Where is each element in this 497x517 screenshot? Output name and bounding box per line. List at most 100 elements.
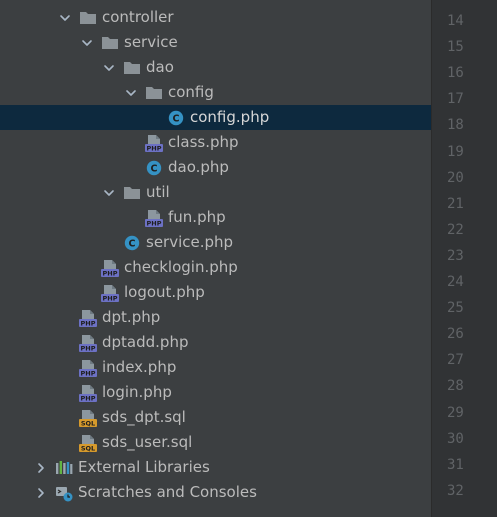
arrow-spacer [101,230,117,255]
line-number: 32 [447,482,464,499]
tree-item-label: controller [102,8,174,26]
tree-item-label: util [146,183,170,201]
tree-item-logout-php[interactable]: PHP logout.php [0,280,431,305]
arrow-spacer [79,255,95,280]
php-file-icon: PHP [79,359,97,377]
tree-item-scratches-and-consoles[interactable]: Scratches and Consoles [0,480,431,505]
chevron-down-icon[interactable] [79,30,95,55]
php-class-icon: C [167,109,185,127]
libraries-icon [55,459,73,477]
arrow-spacer [57,330,73,355]
project-tree[interactable]: controller service dao config Cconfig.php PHP… [0,0,431,517]
line-number: 14 [447,13,464,29]
line-number: 20 [447,169,464,186]
tree-item-util[interactable]: util [0,180,431,205]
tree-item-service[interactable]: service [0,30,431,55]
chevron-right-icon[interactable] [33,480,49,505]
tree-item-config-php[interactable]: Cconfig.php [0,105,431,130]
sql-file-icon: SQL [79,434,97,452]
tree-item-login-php[interactable]: PHP login.php [0,380,431,405]
svg-text:PHP: PHP [81,394,96,401]
tree-item-dao-php[interactable]: Cdao.php [0,155,431,180]
tree-item-label: service.php [146,233,234,251]
svg-text:PHP: PHP [81,369,96,376]
arrow-spacer [123,205,139,230]
php-file-icon: PHP [145,134,163,152]
line-number: 19 [447,143,464,160]
tree-item-controller[interactable]: controller [0,5,431,30]
arrow-spacer [79,280,95,305]
line-number: 16 [447,65,464,82]
arrow-spacer [57,355,73,380]
svg-text:PHP: PHP [81,319,96,326]
line-number: 25 [447,300,464,317]
chevron-down-icon[interactable] [123,80,139,105]
svg-text:PHP: PHP [103,269,118,276]
svg-text:PHP: PHP [147,144,162,151]
tree-item-sds-dpt-sql[interactable]: SQL sds_dpt.sql [0,405,431,430]
folder-icon [123,59,141,77]
tree-item-label: index.php [102,358,177,376]
arrow-spacer [57,430,73,455]
tree-item-sds-user-sql[interactable]: SQL sds_user.sql [0,430,431,455]
chevron-down-icon[interactable] [57,5,73,30]
tree-item-dpt-php[interactable]: PHP dpt.php [0,305,431,330]
scratches-icon [55,484,73,502]
tree-item-label: fun.php [168,208,226,226]
line-number: 29 [447,404,464,421]
tree-item-label: config [168,83,214,101]
arrow-spacer [57,305,73,330]
php-file-icon: PHP [101,259,119,277]
arrow-spacer [123,130,139,155]
tree-item-label: Scratches and Consoles [78,483,257,501]
tree-item-label: dptadd.php [102,333,189,351]
chevron-down-icon[interactable] [101,55,117,80]
tree-item-label: checklogin.php [124,258,238,276]
tree-item-label: dao [146,58,174,76]
tree-item-checklogin-php[interactable]: PHP checklogin.php [0,255,431,280]
svg-text:PHP: PHP [147,219,162,226]
tree-item-label: External Libraries [78,458,210,476]
tree-item-index-php[interactable]: PHP index.php [0,355,431,380]
line-number: 26 [447,326,464,343]
line-number: 18 [447,117,464,134]
svg-text:SQL: SQL [81,419,95,426]
tree-item-label: service [124,33,178,51]
svg-text:C: C [173,113,180,124]
arrow-spacer [123,155,139,180]
tree-item-dao[interactable]: dao [0,55,431,80]
tree-item-config[interactable]: config [0,80,431,105]
php-class-icon: C [145,159,163,177]
line-number: 28 [447,378,464,395]
editor-gutter: 14 15 16 17 18 19 20 21 22 23 24 25 26 27 28 29 30 31 32 [431,0,497,517]
svg-text:PHP: PHP [81,344,96,351]
tree-item-class-php[interactable]: PHP class.php [0,130,431,155]
line-number: 30 [447,430,464,447]
chevron-down-icon[interactable] [101,180,117,205]
line-number: 22 [447,221,464,238]
php-file-icon: PHP [145,209,163,227]
line-number: 23 [447,247,464,264]
php-file-icon: PHP [79,334,97,352]
tree-item-dptadd-php[interactable]: PHP dptadd.php [0,330,431,355]
php-file-icon: PHP [79,309,97,327]
tree-item-fun-php[interactable]: PHP fun.php [0,205,431,230]
arrow-spacer [57,380,73,405]
svg-text:SQL: SQL [81,444,95,451]
tree-item-label: config.php [190,108,270,126]
tree-item-service-php[interactable]: Cservice.php [0,230,431,255]
tree-item-label: logout.php [124,283,205,301]
tree-item-external-libraries[interactable]: External Libraries [0,455,431,480]
tree-item-label: class.php [168,133,239,151]
arrow-spacer [145,105,161,130]
chevron-right-icon[interactable] [33,455,49,480]
line-number: 15 [447,39,464,56]
php-file-icon: PHP [79,384,97,402]
php-file-icon: PHP [101,284,119,302]
line-number: 31 [447,456,464,473]
tree-item-label: sds_user.sql [102,433,193,451]
tree-item-label: dao.php [168,158,229,176]
tree-item-label: sds_dpt.sql [102,408,186,426]
sql-file-icon: SQL [79,409,97,427]
line-number: 24 [447,274,464,290]
